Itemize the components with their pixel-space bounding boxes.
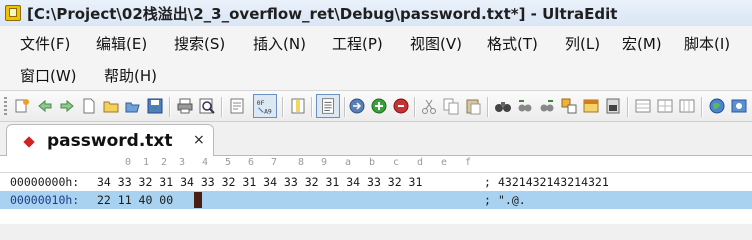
print-preview-icon[interactable] [198,97,216,115]
toggle-bookmark-icon[interactable] [582,97,600,115]
svg-text:A9: A9 [264,107,272,115]
menu-help[interactable]: 帮助(H) [104,65,157,86]
tab-label: password.txt [47,131,173,151]
menu-column[interactable]: 列(L) [565,33,600,54]
new-document-icon[interactable] [80,97,98,115]
hex-row[interactable]: 00000000h: 34 33 32 31 34 33 32 31 34 33… [0,173,752,191]
toolbar-separator [487,97,489,117]
save-icon[interactable] [146,97,164,115]
toolbar-separator [221,97,223,117]
ultraedit-app-icon[interactable] [5,5,21,21]
editor-empty-area[interactable] [0,209,752,224]
replace-icon[interactable] [560,97,578,115]
hex-editor[interactable]: 0 1 2 3 4 5 6 7 8 9 a b c d e f 00000000… [0,156,752,224]
hex-row-selected[interactable]: 00000010h: 22 11 40 00 ; ".@. [0,191,752,209]
ruler-tick: 0 [124,157,132,168]
menu-script[interactable]: 脚本(I) [684,33,730,54]
row-separator: ; [484,175,491,189]
window-layout-3-icon[interactable] [678,97,696,115]
tab-password-txt[interactable]: password.txt × [6,124,214,157]
row-hex-bytes: 34 33 32 31 34 33 32 31 34 33 32 31 34 3… [97,175,423,189]
menu-bar: 文件(F) 编辑(E) 搜索(S) 插入(N) 工程(P) 视图(V) 格式(T… [0,26,752,90]
row-separator: ; [484,193,491,207]
macro-record-icon[interactable] [348,97,366,115]
modified-marker-icon [23,136,35,148]
edit-cursor [194,192,202,208]
open-file-icon[interactable] [124,97,142,115]
macro-play-icon[interactable] [370,97,388,115]
ruler-tick: c [392,157,400,168]
ruler-tick: 2 [160,157,168,168]
ruler-tick: 6 [247,157,255,168]
toolbar-separator [311,97,313,117]
window-layout-2-icon[interactable] [656,97,674,115]
toolbar-separator [344,97,346,117]
find-prev-icon[interactable] [516,97,534,115]
open-folder-icon[interactable] [102,97,120,115]
hex-column-ruler: 0 1 2 3 4 5 6 7 8 9 a b c d e f [0,156,752,173]
ruler-tick: 8 [297,157,305,168]
forward-arrow-icon[interactable] [58,97,76,115]
copy-icon[interactable] [442,97,460,115]
ruler-tick: f [464,157,472,168]
toolbar-separator [169,97,171,117]
menu-window[interactable]: 窗口(W) [20,65,77,86]
toolbar-separator [282,97,284,117]
toolbar-separator [701,97,703,117]
main-toolbar: 0F A9 [0,90,752,122]
ftp-icon[interactable] [604,97,622,115]
ruler-tick: b [368,157,376,168]
svg-text:0F: 0F [257,99,265,107]
macro-stop-icon[interactable] [392,97,410,115]
hex-mode-icon[interactable]: 0FA9 [253,94,277,118]
row-ascii: ".@. [498,193,526,207]
menu-edit[interactable]: 编辑(E) [96,33,147,54]
row-offset: 00000010h: [10,193,80,207]
menu-file[interactable]: 文件(F) [20,33,70,54]
word-wrap-icon[interactable] [228,97,246,115]
window-title: [C:\Project\02栈溢出\2_3_overflow_ret\Debug… [27,4,618,23]
close-tab-icon[interactable]: × [193,132,205,148]
ruler-tick: 5 [224,157,232,168]
column-mode-icon[interactable] [289,97,307,115]
paste-icon[interactable] [464,97,482,115]
ruler-tick: d [416,157,424,168]
print-icon[interactable] [176,97,194,115]
back-arrow-icon[interactable] [36,97,54,115]
ruler-tick: a [344,157,352,168]
row-offset: 00000000h: [10,175,80,189]
web-browser-icon[interactable] [708,97,726,115]
title-bar: [C:\Project\02栈溢出\2_3_overflow_ret\Debug… [0,0,752,26]
toolbar-separator [414,97,416,117]
toolbar-separator [627,97,629,117]
ruler-tick: 9 [320,157,328,168]
row-hex-bytes: 22 11 40 00 [97,193,174,207]
new-file-icon[interactable] [14,97,32,115]
ruler-tick: 7 [270,157,278,168]
window-layout-1-icon[interactable] [634,97,652,115]
menu-project[interactable]: 工程(P) [332,33,383,54]
find-next-icon[interactable] [538,97,556,115]
row-ascii: 4321432143214321 [498,175,609,189]
ruler-tick: e [440,157,448,168]
settings-icon[interactable] [730,97,748,115]
menu-format[interactable]: 格式(T) [487,33,538,54]
ruler-tick: 4 [201,157,209,168]
menu-insert[interactable]: 插入(N) [253,33,306,54]
menu-search[interactable]: 搜索(S) [174,33,225,54]
toolbar-grip[interactable] [4,97,7,117]
find-icon[interactable] [494,97,512,115]
menu-macro[interactable]: 宏(M) [622,33,662,54]
ruler-tick: 3 [178,157,186,168]
document-tab-strip: password.txt × [0,122,752,157]
menu-view[interactable]: 视图(V) [410,33,462,54]
ruler-tick: 1 [142,157,150,168]
list-lines-icon[interactable] [316,94,340,118]
cut-icon[interactable] [420,97,438,115]
